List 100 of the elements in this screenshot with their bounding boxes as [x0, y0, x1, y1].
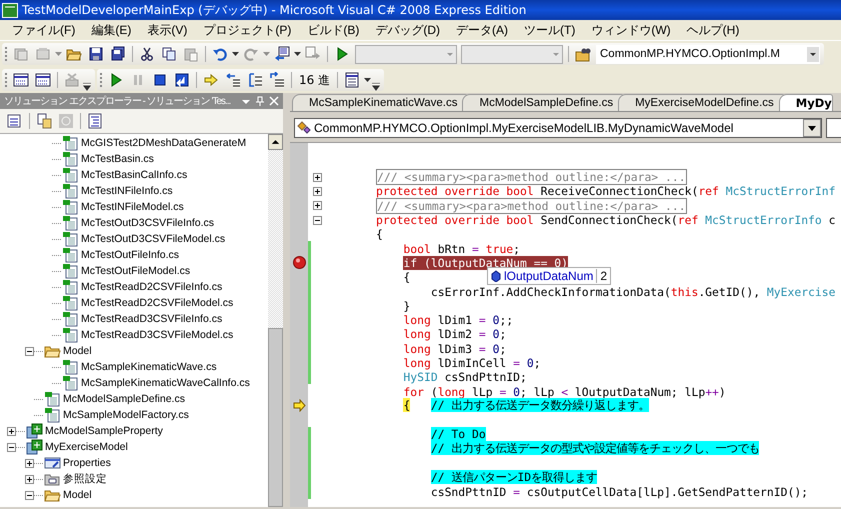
menu-item[interactable]: 表示(V): [139, 22, 196, 38]
code-line: long lDimInCell = 0;: [402, 356, 541, 370]
floppy-disks-icon[interactable]: [110, 46, 126, 62]
tree-item[interactable]: McTestBasinCalInfo.cs: [81, 169, 188, 181]
menu-item[interactable]: ツール(T): [516, 22, 584, 38]
properties-icon: [44, 455, 61, 471]
member-dropdown[interactable]: [826, 118, 841, 138]
expand-icon[interactable]: [313, 186, 322, 196]
tree-item[interactable]: McSampleModelFactory.cs: [63, 409, 189, 421]
breakpoint-icon[interactable]: [292, 256, 306, 270]
data-tip[interactable]: lOutputDataNum 2: [487, 267, 612, 285]
step-out-icon[interactable]: [269, 72, 285, 88]
step-over-icon[interactable]: [247, 72, 263, 88]
menu-item[interactable]: 編集(E): [83, 22, 140, 38]
restart-icon[interactable]: [174, 72, 190, 88]
cs-file-icon: [62, 215, 79, 231]
breakpoint-window-icon[interactable]: [35, 72, 51, 88]
tree-item[interactable]: McTestBasin.cs: [81, 153, 154, 165]
class-icon: [296, 120, 312, 136]
properties-icon[interactable]: [7, 113, 23, 129]
scissors-icon[interactable]: [139, 46, 155, 62]
pin-icon[interactable]: [255, 96, 265, 106]
caret-icon[interactable]: [808, 126, 816, 130]
collapse-icon[interactable]: [25, 346, 34, 356]
class-diagram-icon[interactable]: [87, 113, 103, 129]
menu-item[interactable]: ファイル(F): [4, 22, 84, 38]
expand-icon[interactable]: [25, 474, 34, 484]
tree-item[interactable]: McTestReadD2CSVFileModel.cs: [81, 297, 234, 309]
cs-file-icon: [62, 311, 79, 327]
tree-item[interactable]: McModelSampleDefine.cs: [63, 393, 185, 405]
tree-item[interactable]: McTestINFileModel.cs: [81, 201, 184, 213]
stop-icon[interactable]: [152, 72, 168, 88]
type-dropdown[interactable]: CommonMP.HYMCO.OptionImpl.MyExerciseModelLIB.MyDynamicWaveModel: [294, 118, 822, 138]
tree-item[interactable]: McTestReadD3CSVFileModel.cs: [81, 329, 234, 341]
cs-file-icon: [62, 151, 79, 167]
tree-item[interactable]: Model: [63, 489, 92, 501]
cs-file-icon: [62, 183, 79, 199]
arrow-icon[interactable]: [203, 72, 219, 88]
menu-item[interactable]: ビルド(B): [299, 22, 368, 38]
tree-item[interactable]: McTestReadD3CSVFileInfo.cs: [81, 313, 222, 325]
collapse-icon[interactable]: [7, 442, 16, 452]
cs-file-icon: [62, 375, 79, 391]
cs-project-icon: [26, 439, 43, 455]
tree-item[interactable]: MyExerciseModel: [45, 441, 128, 453]
tree-item[interactable]: McTestOutD3CSVFileInfo.cs: [81, 217, 214, 229]
code-editor[interactable]: [290, 142, 841, 507]
code-line: }: [402, 298, 410, 313]
tree-item[interactable]: 参照設定: [63, 472, 107, 486]
expand-icon[interactable]: [313, 172, 322, 182]
folder-binoculars-icon[interactable]: [575, 46, 591, 62]
file-tab[interactable]: McSampleKinematicWave.cs: [292, 94, 468, 111]
code-line: { // 出力する伝送データ数分繰り返します。: [402, 398, 650, 414]
tree-item[interactable]: McSampleKinematicWave.cs: [81, 361, 217, 373]
file-tab[interactable]: MyDy: [778, 94, 833, 111]
tree-item[interactable]: McTestReadD2CSVFileInfo.cs: [81, 281, 222, 293]
menu-item[interactable]: データ(A): [448, 22, 516, 38]
configuration-combo[interactable]: CommonMP.HYMCO.OptionImpl.M: [596, 44, 820, 64]
tree-item[interactable]: McGISTest2DMeshDataGenerateM: [81, 137, 246, 149]
scrollbar[interactable]: [268, 134, 283, 507]
menu-item[interactable]: デバッグ(D): [367, 22, 448, 38]
tree-item[interactable]: McSampleKinematicWaveCalInfo.cs: [81, 377, 250, 389]
toolbar-overflow-icon[interactable]: [83, 83, 91, 91]
tree-item[interactable]: McTestOutFileModel.cs: [81, 265, 190, 277]
copy-icon[interactable]: [161, 46, 177, 62]
document-icon[interactable]: [344, 72, 360, 88]
tree-item[interactable]: Model: [63, 345, 92, 357]
code-line: long lDim1 = 0;;: [402, 313, 514, 328]
menu-item[interactable]: ヘルプ(H): [678, 22, 748, 38]
expand-icon[interactable]: [7, 426, 16, 436]
toolbar-overflow-icon[interactable]: [372, 83, 380, 91]
caret-icon[interactable]: [807, 46, 819, 62]
tree-item[interactable]: McTestOutD3CSVFileModel.cs: [81, 233, 226, 245]
tree-item[interactable]: McTestOutFileInfo.cs: [81, 249, 180, 261]
caret-icon[interactable]: [232, 52, 239, 56]
cs-file-icon: [62, 167, 79, 183]
file-tab[interactable]: MyExerciseModelDefine.cs: [618, 94, 785, 111]
expand-icon[interactable]: [25, 458, 34, 468]
undo-icon[interactable]: [212, 46, 228, 62]
step-into-icon[interactable]: [225, 72, 241, 88]
collapse-icon[interactable]: [313, 216, 322, 225]
hex-display-button[interactable]: 16 進: [295, 70, 334, 90]
expand-icon[interactable]: [313, 201, 322, 210]
file-tab[interactable]: McModelSampleDefine.cs: [462, 94, 624, 111]
tree-item[interactable]: Properties: [63, 457, 111, 469]
cs-file-icon: [62, 247, 79, 263]
show-all-files-icon[interactable]: [36, 113, 52, 129]
cs-file-icon: [62, 199, 79, 215]
tree-item[interactable]: McModelSampleProperty: [45, 425, 163, 437]
panel-title: ソリューション エクスプローラー - ソリューション 'Tes...: [4, 94, 230, 108]
caret-icon[interactable]: [364, 78, 372, 82]
tree-item[interactable]: McTestINFileInfo.cs: [81, 185, 173, 197]
close-icon[interactable]: [269, 96, 279, 106]
document-arrow-icon[interactable]: [274, 46, 290, 62]
collapse-icon[interactable]: [25, 490, 34, 500]
menu-item[interactable]: ウィンドウ(W): [583, 22, 679, 38]
menu-item[interactable]: プロジェクト(P): [195, 22, 300, 38]
breakpoint-window-icon[interactable]: [13, 72, 29, 88]
cs-file-icon: [62, 359, 79, 375]
cs-file-icon: [62, 295, 79, 311]
caret-icon[interactable]: [294, 52, 301, 56]
